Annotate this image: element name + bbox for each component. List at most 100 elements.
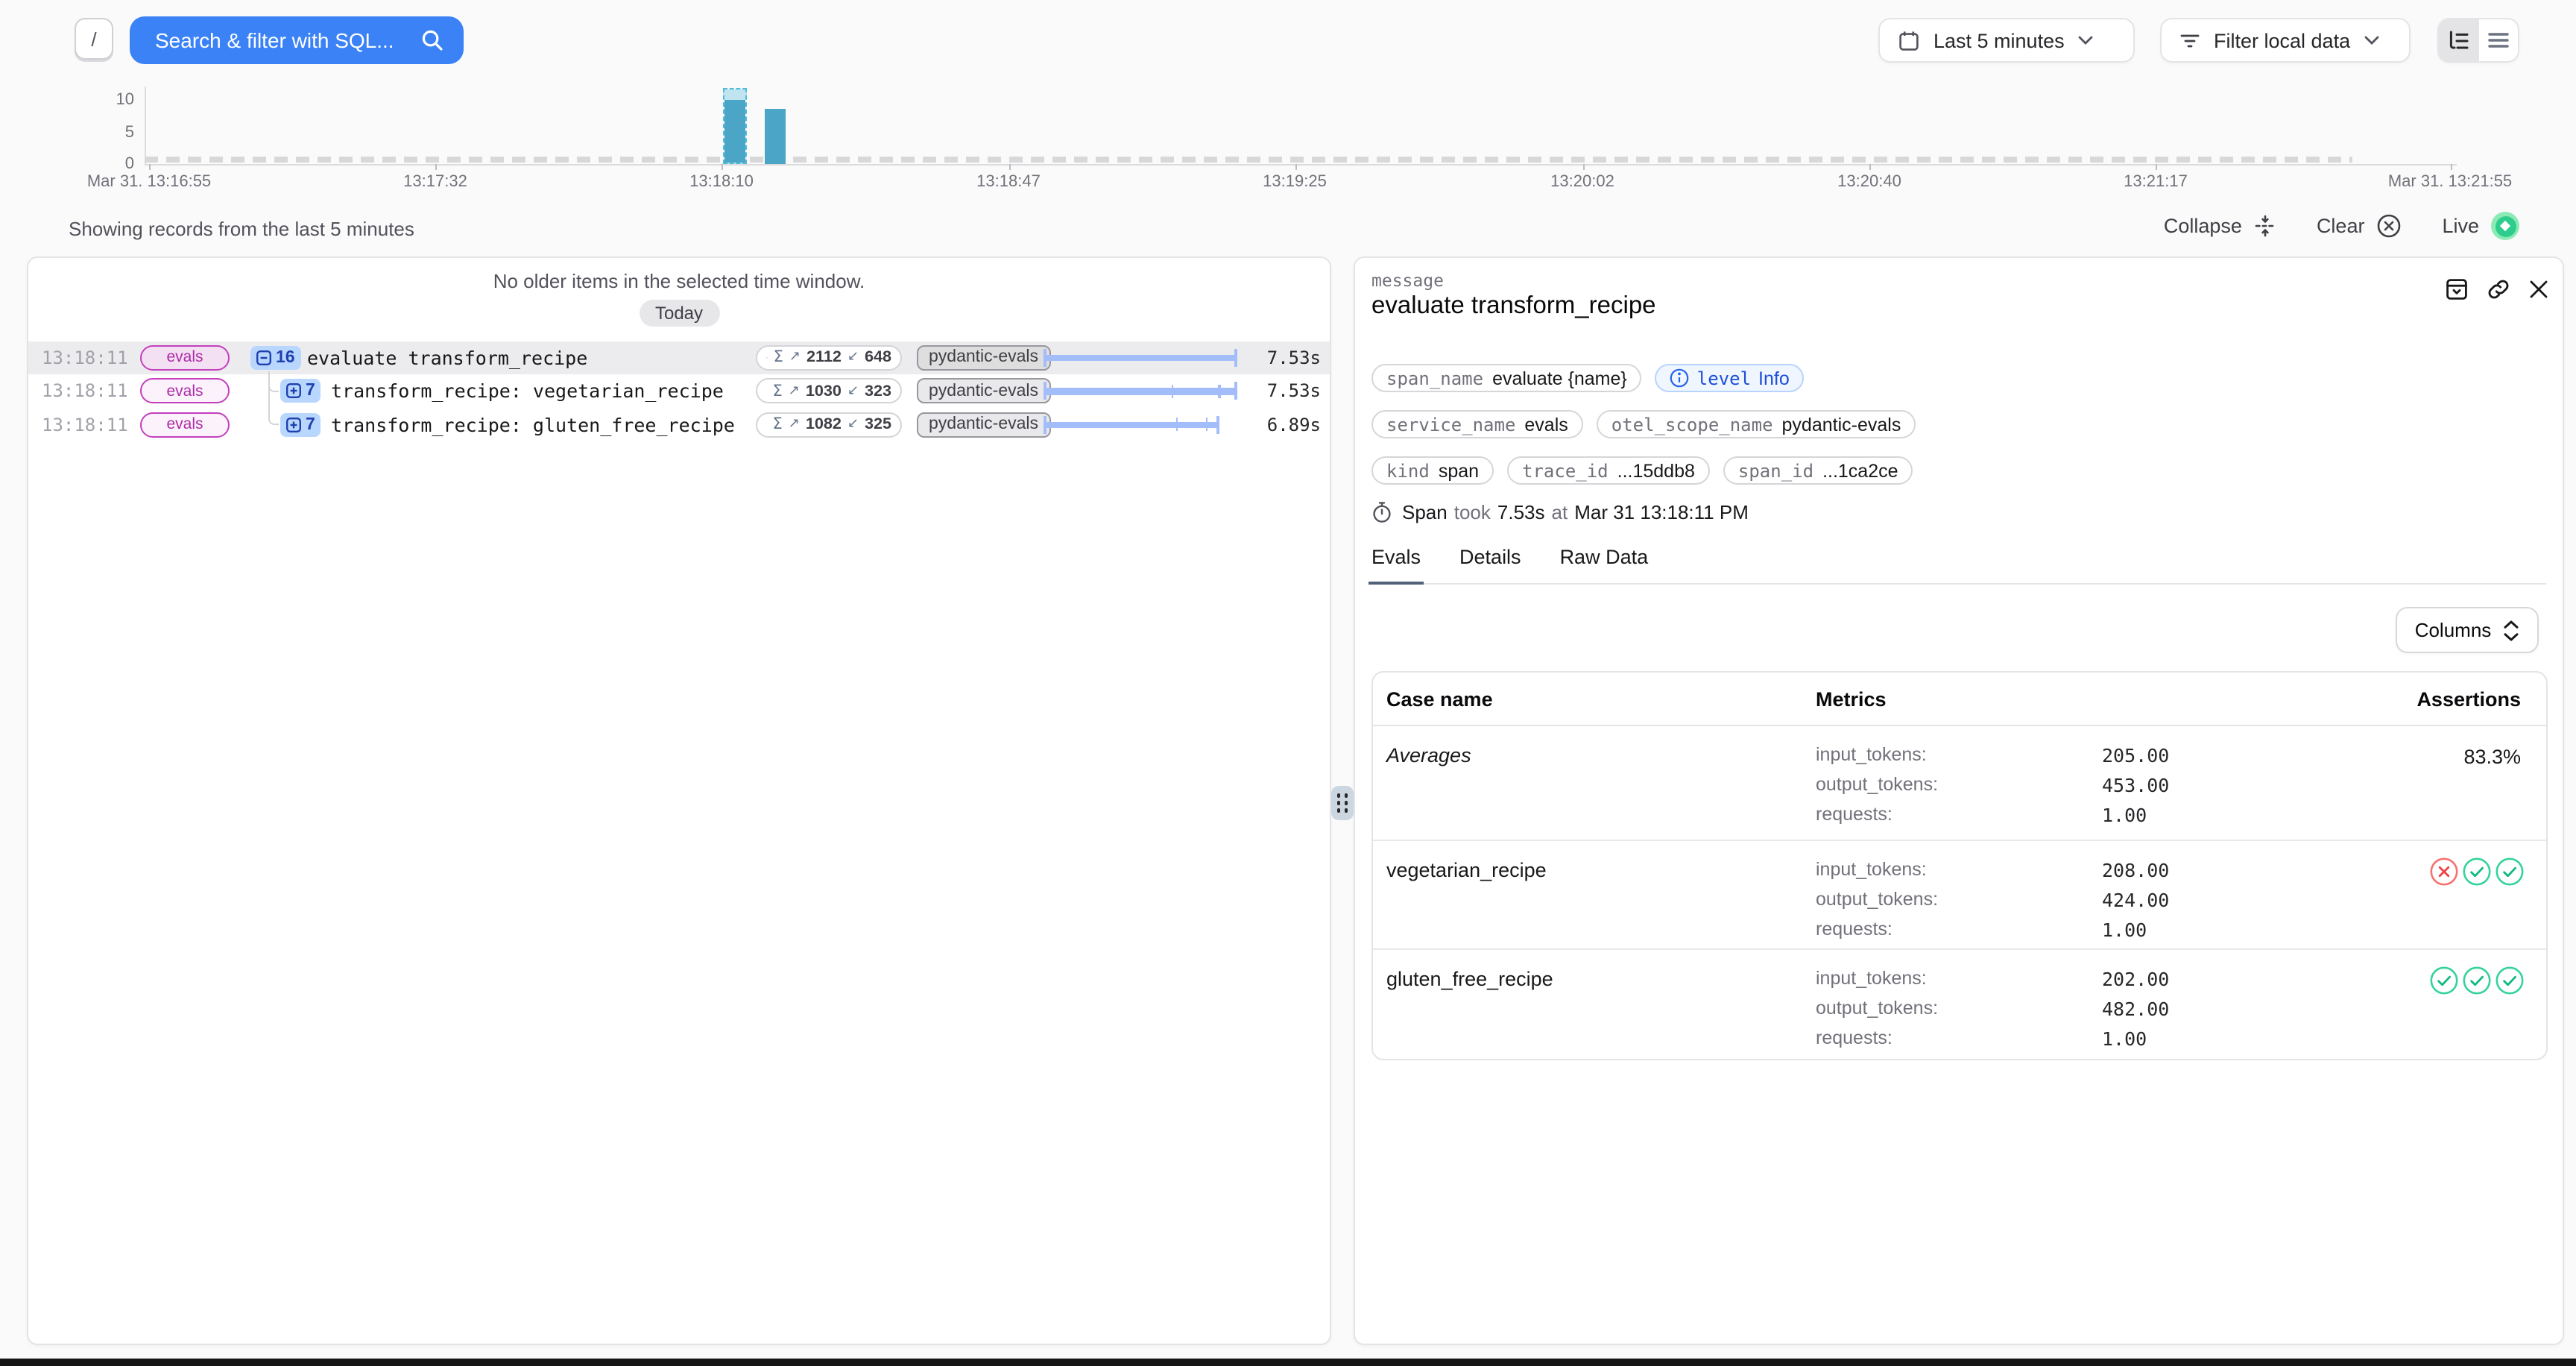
plus-box-icon xyxy=(286,384,301,399)
column-header-metrics: Metrics xyxy=(1816,687,1887,710)
attribute-value: ...1ca2ce xyxy=(1822,460,1898,481)
sort-updown-icon xyxy=(2503,620,2519,640)
x-axis-tick xyxy=(149,164,151,170)
metric-value: 482.00 xyxy=(2102,998,2169,1020)
attribute-key: trace_id xyxy=(1522,460,1609,481)
chevron-down-icon xyxy=(2078,36,2093,45)
timeline-bar[interactable] xyxy=(765,108,785,164)
trace-row-vegetarian-recipe[interactable]: 13:18:11 evals 7 transform_recipe: veget… xyxy=(28,374,1330,408)
attribute-key: service_name xyxy=(1386,414,1515,435)
level-info-pill[interactable]: level Info xyxy=(1655,364,1805,392)
copy-link-icon[interactable] xyxy=(2487,277,2510,301)
search-button[interactable]: Search & filter with SQL... xyxy=(130,16,464,64)
attribute-key: otel_scope_name xyxy=(1611,414,1773,435)
x-axis-tick xyxy=(1869,164,1871,170)
attribute-pill-trace-id[interactable]: trace_id ...15ddb8 xyxy=(1507,456,1710,485)
attribute-key: span_name xyxy=(1386,368,1483,388)
tab-evals[interactable]: Evals xyxy=(1371,546,1421,583)
tokens-in-count: 1082 xyxy=(806,416,842,434)
span-duration-text: 6.89s xyxy=(1267,415,1321,435)
eval-row-vegetarian-recipe[interactable]: vegetarian_recipe input_tokens: 208.00 o… xyxy=(1373,840,2546,948)
evals-tag-badge: evals xyxy=(140,379,230,404)
tokens-out-count: 325 xyxy=(865,416,891,434)
expand-children-badge[interactable]: 7 xyxy=(280,380,321,403)
records-timeline-chart[interactable]: 10 5 0 Mar 31. 13:16:55 13:17:32 13:18:1… xyxy=(0,78,2576,197)
eval-row-gluten-free-recipe[interactable]: gluten_free_recipe input_tokens: 202.00 … xyxy=(1373,948,2546,1059)
otel-scope-badge: pydantic-evals xyxy=(917,412,1050,438)
tab-raw-data[interactable]: Raw Data xyxy=(1560,546,1649,583)
live-label: Live xyxy=(2442,215,2479,237)
tokens-out-count: 648 xyxy=(865,349,891,367)
metric-label: requests: xyxy=(1816,919,1892,939)
sigma-icon: Σ xyxy=(772,383,782,400)
assertion-pass-icon xyxy=(2463,966,2491,995)
no-older-items-notice: No older items in the selected time wind… xyxy=(28,270,1330,292)
filter-local-data-button[interactable]: Filter local data xyxy=(2160,18,2411,63)
x-axis-tick-label: 13:19:25 xyxy=(1263,173,1327,191)
expand-children-badge[interactable]: 7 xyxy=(280,413,321,437)
chevron-down-icon xyxy=(2364,36,2378,45)
x-axis-tick-label: 13:18:10 xyxy=(689,173,754,191)
metric-label: requests: xyxy=(1816,804,1892,825)
trace-row-gluten-free-recipe[interactable]: 13:18:11 evals 7 transform_recipe: glute… xyxy=(28,408,1330,441)
eval-table-header: Case name Metrics Assertions xyxy=(1373,673,2546,726)
x-axis-tick xyxy=(2450,164,2452,170)
tree-view-toggle[interactable] xyxy=(2439,19,2478,61)
attribute-pill-otel-scope-name[interactable]: otel_scope_name pydantic-evals xyxy=(1597,410,1916,438)
metric-label: output_tokens: xyxy=(1816,774,1938,795)
panel-resize-handle[interactable] xyxy=(1331,786,1354,820)
live-toggle[interactable]: Live xyxy=(2442,212,2519,240)
tokens-out-arrow-icon: ↙ xyxy=(847,384,859,399)
metric-value: 1.00 xyxy=(2102,1027,2147,1050)
sigma-icon: Σ xyxy=(774,349,783,367)
dock-panel-icon[interactable] xyxy=(2445,277,2469,301)
x-axis-line xyxy=(145,164,2457,166)
minus-box-icon xyxy=(256,350,271,365)
collapse-button[interactable]: Collapse xyxy=(2164,215,2276,237)
attribute-pill-span-name[interactable]: span_name evaluate {name} xyxy=(1371,364,1642,392)
timing-word: Span xyxy=(1402,501,1448,523)
trace-row-evaluate-transform-recipe[interactable]: 13:18:11 evals 16 evaluate transform_rec… xyxy=(28,341,1330,374)
calendar-icon xyxy=(1898,29,1920,51)
slash-key-label: / xyxy=(91,28,96,50)
tab-details[interactable]: Details xyxy=(1459,546,1521,583)
x-axis-tick xyxy=(435,164,437,170)
info-icon xyxy=(1670,368,1690,388)
column-header-assertions: Assertions xyxy=(2416,687,2521,710)
attribute-value: evals xyxy=(1524,414,1568,435)
tokens-in-count: 1030 xyxy=(806,383,842,400)
slash-shortcut-key: / xyxy=(75,18,113,60)
columns-button[interactable]: Columns xyxy=(2396,607,2539,653)
list-view-toggle[interactable] xyxy=(2478,19,2518,61)
x-axis-tick-label: 13:18:47 xyxy=(976,173,1041,191)
status-bar: Showing records from the last 5 minutes … xyxy=(0,212,2576,248)
eval-row-averages[interactable]: Averages input_tokens: 205.00 output_tok… xyxy=(1373,726,2546,840)
attribute-value: ...15ddb8 xyxy=(1617,460,1695,481)
trace-timestamp: 13:18:11 xyxy=(42,415,128,435)
span-name-text: evaluate transform_recipe xyxy=(307,347,587,369)
token-usage-pill: Σ ↗2112 ↙648 xyxy=(756,345,902,371)
x-axis-tick-label: 13:17:32 xyxy=(403,173,467,191)
assertion-pass-icon xyxy=(2430,966,2458,995)
top-bar: / Search & filter with SQL... Last 5 min… xyxy=(0,0,2576,75)
span-name-text: transform_recipe: gluten_free_recipe xyxy=(331,414,735,436)
collapse-children-badge[interactable]: 16 xyxy=(250,346,301,370)
attribute-pill-kind[interactable]: kind span xyxy=(1371,456,1494,485)
time-range-button[interactable]: Last 5 minutes xyxy=(1878,18,2135,63)
attribute-value: span xyxy=(1439,460,1479,481)
columns-label: Columns xyxy=(2415,619,2492,641)
clear-button[interactable]: Clear xyxy=(2317,213,2402,239)
attribute-pill-service-name[interactable]: service_name evals xyxy=(1371,410,1583,438)
today-date-chip[interactable]: Today xyxy=(639,300,719,327)
selected-timeline-bar[interactable] xyxy=(723,88,747,164)
case-name: Averages xyxy=(1386,744,1471,767)
x-axis-tick-label: Mar 31. 13:16:55 xyxy=(87,173,211,191)
view-mode-toggle xyxy=(2437,18,2519,63)
token-usage-pill: Σ ↗1030 ↙323 xyxy=(756,379,902,404)
filter-icon xyxy=(2179,30,2200,51)
close-icon[interactable] xyxy=(2528,279,2549,300)
tokens-in-count: 2112 xyxy=(806,349,842,367)
timing-word: took xyxy=(1454,501,1491,523)
timing-word: at xyxy=(1552,501,1568,523)
attribute-pill-span-id[interactable]: span_id ...1ca2ce xyxy=(1723,456,1913,485)
